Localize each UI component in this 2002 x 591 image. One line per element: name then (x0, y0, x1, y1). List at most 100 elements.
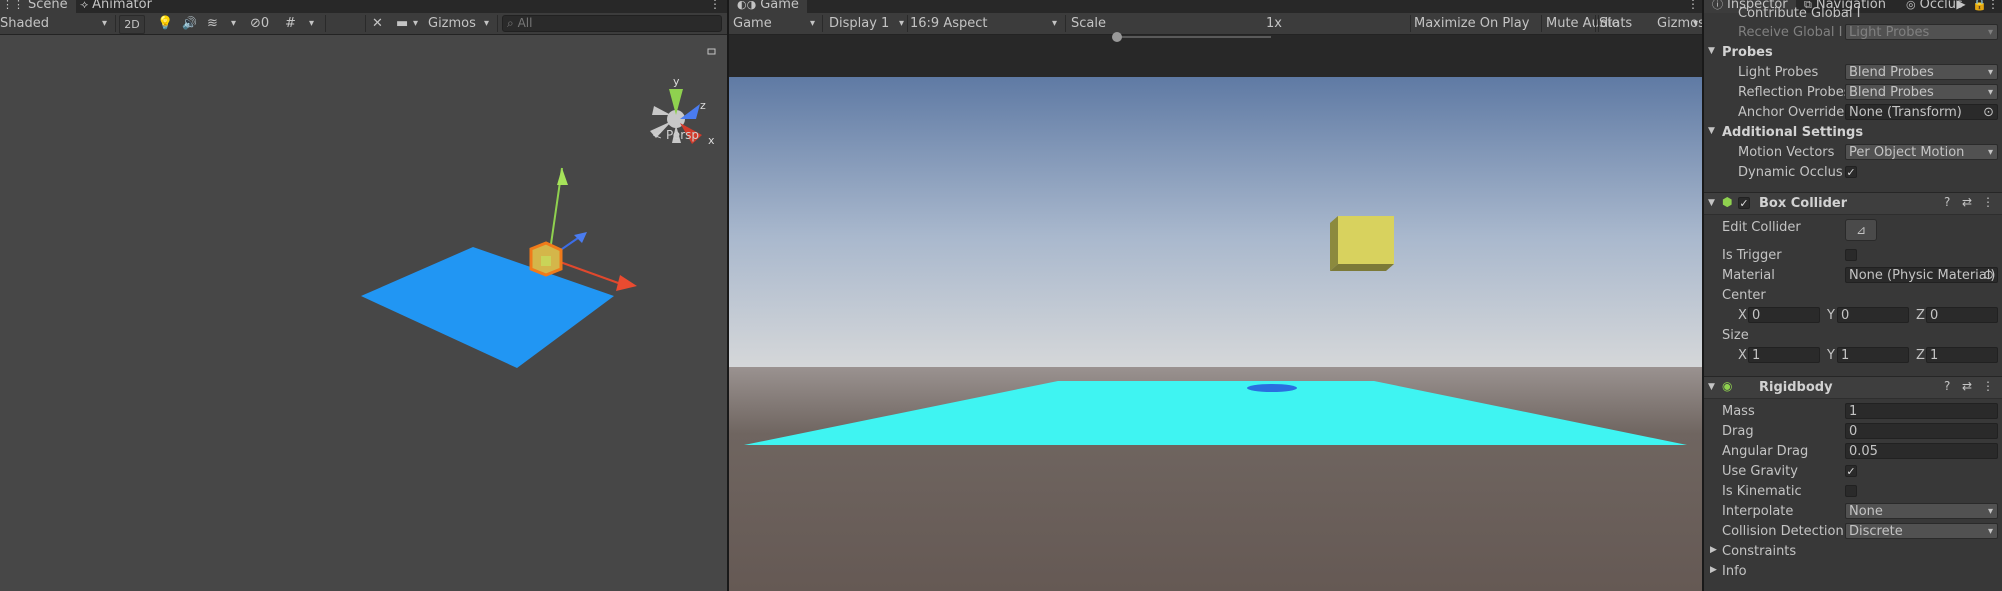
light-probes-dropdown[interactable]: Blend Probes (1845, 64, 1998, 80)
material-row: Material None (Physic Material) ⊙ (1704, 266, 2002, 286)
is-trigger-row: Is Trigger (1704, 246, 2002, 266)
tools-icon[interactable]: ✕ (372, 15, 386, 32)
reflection-probes-row: Reflection Probes Blend Probes (1704, 83, 2002, 103)
stats-toggle[interactable]: Stats (1599, 15, 1632, 32)
scene-viewport[interactable]: y z x < Persp (0, 35, 727, 591)
y-arrow-icon[interactable] (557, 168, 568, 185)
gizmos-dropdown[interactable]: Gizmos (428, 15, 492, 32)
camera-dropdown-icon[interactable]: ▾ (413, 15, 423, 32)
maximize-on-play-toggle[interactable]: Maximize On Play (1414, 15, 1529, 32)
size-z-field[interactable]: 1 (1926, 347, 1998, 363)
box-collider-header[interactable]: ▼ ⬢ ✓ Box Collider ? ⇄ ⋮ (1704, 192, 2002, 215)
help-icon[interactable]: ? (1944, 379, 1950, 393)
grid-dropdown-icon[interactable]: ▾ (309, 15, 319, 32)
probes-section-header[interactable]: ▼ Probes (1704, 43, 2002, 63)
dynamic-occlusion-row: Dynamic Occlusio ✓ (1738, 165, 1857, 180)
gizmo-neg-z-cone[interactable] (652, 106, 671, 115)
view-type-dropdown[interactable]: Game (733, 15, 818, 32)
angular-drag-row: Angular Drag 0.05 (1704, 442, 2002, 462)
size-y-field[interactable]: 1 (1837, 347, 1909, 363)
is-trigger-checkbox[interactable] (1845, 249, 1857, 261)
tab-animator[interactable]: ⟢ Animator (72, 0, 160, 13)
material-field[interactable]: None (Physic Material) ⊙ (1845, 267, 1998, 283)
game-viewport[interactable] (729, 77, 1702, 591)
game-view-panel: ◐◑Game ⋮ Game Display 1 16:9 Aspect Scal… (729, 0, 1702, 591)
use-gravity-checkbox[interactable]: ✓ (1845, 465, 1857, 478)
effects-dropdown-icon[interactable]: ▾ (231, 15, 241, 32)
x-arrow-icon[interactable] (616, 275, 637, 291)
cube-shadow (1247, 384, 1297, 392)
motion-vectors-row: Motion Vectors Per Object Motion (1704, 143, 2002, 163)
constraints-foldout[interactable]: ▶ Constraints (1704, 542, 2002, 562)
audio-icon[interactable]: 🔊 (182, 15, 197, 32)
dynamic-occlusion-checkbox[interactable]: ✓ (1845, 166, 1857, 179)
collapse-arrow-icon: ▼ (1708, 198, 1715, 208)
receive-gi-row: Receive Global Illu Light Probes (1704, 23, 2002, 43)
gizmo-z-cone[interactable] (680, 104, 700, 119)
gizmos-dropdown[interactable]: Gizmos (1657, 15, 1702, 32)
2d-toggle-button[interactable]: 2D (119, 15, 145, 34)
cube-front-face (1338, 216, 1394, 264)
tab-game[interactable]: ◐◑ Game (729, 0, 807, 13)
light-probes-row: Light Probes Blend Probes (1704, 63, 2002, 83)
scene-search-input[interactable]: ⌕ All (502, 15, 722, 32)
object-picker-icon[interactable]: ⊙ (1983, 268, 1994, 282)
scale-label: Scale (1071, 16, 1106, 31)
scale-slider-track[interactable] (1118, 36, 1271, 38)
inspector-panel: ⓘ Inspector ⧉ Navigation ◎ Occlus ▶ 🔒 ⋮ Con… (1704, 0, 2002, 591)
center-y-field[interactable]: 0 (1837, 307, 1909, 323)
center-x-field[interactable]: 0 (1748, 307, 1820, 323)
hidden-objects-toggle[interactable]: ⊘0 (250, 15, 280, 32)
more-options-icon[interactable]: ⋮ (1687, 0, 1699, 11)
is-kinematic-checkbox[interactable] (1845, 485, 1857, 497)
lock-icon[interactable] (707, 48, 716, 55)
center-z-field[interactable]: 0 (1926, 307, 1998, 323)
scene-view-panel: ⋮⋮Scene ⟢Animator ⋮ Shaded 2D 💡 🔊 ≋ ▾ ⊘0… (0, 0, 727, 591)
more-options-icon[interactable]: ⋮ (709, 0, 721, 11)
reflection-probes-dropdown[interactable]: Blend Probes (1845, 84, 1998, 100)
draw-mode-dropdown[interactable]: Shaded (0, 15, 110, 32)
plane-object[interactable] (361, 247, 614, 368)
receive-gi-dropdown[interactable]: Light Probes (1845, 24, 1998, 40)
rigidbody-header[interactable]: ▼ ◉ Rigidbody ? ⇄ ⋮ (1704, 376, 2002, 399)
info-foldout[interactable]: ▶ Info (1704, 562, 2002, 582)
projection-label[interactable]: Persp (666, 128, 699, 142)
additional-settings-header[interactable]: ▼ Additional Settings (1704, 123, 2002, 143)
edit-collider-icon[interactable]: ⊿ (1845, 219, 1877, 241)
lighting-icon[interactable]: 💡 (157, 15, 173, 32)
aspect-dropdown[interactable]: 16:9 Aspect (910, 15, 1060, 32)
interpolate-dropdown[interactable]: None (1845, 503, 1998, 519)
drag-field[interactable]: 0 (1845, 423, 1998, 439)
component-menu-icon[interactable]: ⋮ (1982, 379, 1994, 393)
box-collider-enabled-checkbox[interactable]: ✓ (1738, 197, 1750, 210)
mass-field[interactable]: 1 (1845, 403, 1998, 419)
size-x-field[interactable]: 1 (1748, 347, 1820, 363)
move-center-handle[interactable] (541, 256, 551, 266)
z-arrow-icon[interactable] (574, 232, 587, 243)
help-icon[interactable]: ? (1944, 195, 1950, 209)
gizmo-y-cone[interactable] (669, 89, 683, 115)
scale-value: 1x (1266, 16, 1282, 31)
gamepad-icon: ◐◑ (737, 0, 757, 11)
visibility-off-icon: ⊘ (250, 16, 261, 31)
display-dropdown[interactable]: Display 1 (829, 15, 907, 32)
scene-tab-bar: ⋮⋮ Scene ⟢ Animator ⋮ (0, 0, 727, 13)
size-vector-row: X 1 Y 1 Z 1 (1704, 346, 2002, 366)
scale-slider-thumb[interactable] (1112, 32, 1122, 42)
presets-icon[interactable]: ⇄ (1962, 379, 1972, 393)
cube-side-face (1330, 216, 1338, 271)
effects-icon[interactable]: ≋ (207, 15, 221, 32)
motion-vectors-dropdown[interactable]: Per Object Motion (1845, 144, 1998, 160)
presets-icon[interactable]: ⇄ (1962, 195, 1972, 209)
anchor-override-field[interactable]: None (Transform) ⊙ (1845, 104, 1998, 120)
grid-toggle-icon[interactable]: # (285, 15, 299, 32)
object-picker-icon[interactable]: ⊙ (1983, 105, 1994, 119)
tab-scene[interactable]: ⋮⋮ Scene (0, 0, 76, 13)
camera-icon[interactable]: ▬ (396, 15, 410, 32)
angular-drag-field[interactable]: 0.05 (1845, 443, 1998, 459)
collision-detection-dropdown[interactable]: Discrete (1845, 523, 1998, 539)
is-kinematic-row: Is Kinematic (1704, 482, 2002, 502)
skybox (729, 77, 1702, 367)
component-menu-icon[interactable]: ⋮ (1982, 195, 1994, 209)
gizmo-y-label: y (673, 75, 680, 88)
